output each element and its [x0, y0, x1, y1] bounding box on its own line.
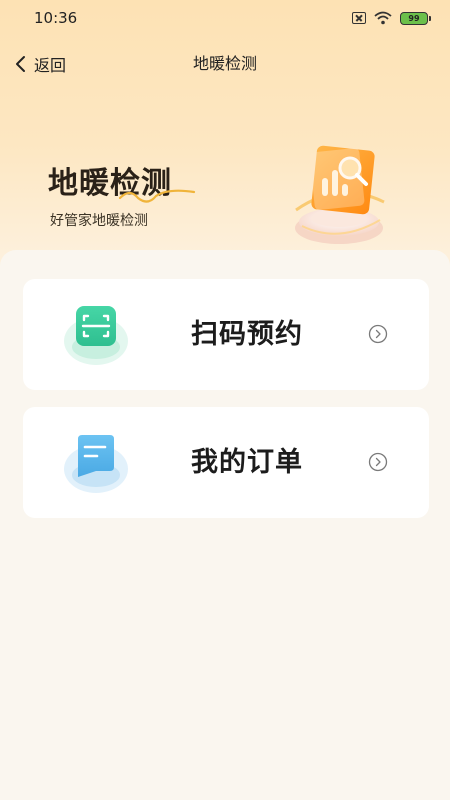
chart-magnifier-illustration-icon: [295, 145, 385, 244]
content-panel: 扫码预约 我的订单: [0, 250, 450, 800]
wifi-icon: [374, 11, 392, 25]
status-bar: 10:36 99: [0, 0, 450, 36]
swoosh-decoration-icon: [118, 189, 196, 203]
scan-qr-icon: [63, 301, 129, 367]
status-icons: 99: [352, 11, 431, 25]
scan-appointment-card[interactable]: 扫码预约: [23, 279, 429, 390]
sim-off-icon: [352, 12, 366, 24]
hero-banner: 地暖检测 好管家地暖检测: [0, 140, 450, 250]
circle-chevron-right-icon: [368, 452, 388, 472]
hero-subtitle: 好管家地暖检测: [50, 213, 148, 229]
circle-chevron-right-icon: [368, 324, 388, 344]
back-label: 返回: [34, 56, 67, 75]
status-time: 10:36: [34, 9, 78, 27]
nav-bar: 地暖检测 返回: [0, 44, 450, 84]
my-orders-label: 我的订单: [191, 447, 303, 478]
battery-level: 99: [408, 13, 420, 23]
my-orders-card[interactable]: 我的订单: [23, 407, 429, 518]
back-button[interactable]: 返回: [14, 44, 66, 84]
page-title: 地暖检测: [192, 54, 257, 73]
order-list-icon: [63, 429, 129, 495]
battery-icon: 99: [400, 11, 431, 25]
chevron-left-icon: [14, 55, 26, 73]
scan-appointment-label: 扫码预约: [191, 319, 303, 350]
